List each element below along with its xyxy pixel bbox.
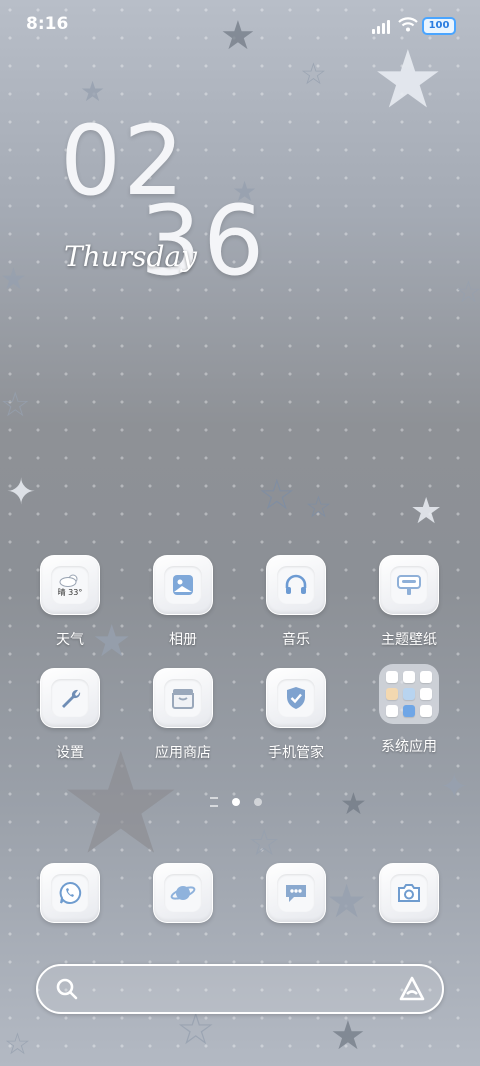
battery-icon: 100	[422, 17, 456, 35]
camera-icon	[390, 874, 428, 912]
gallery-icon	[164, 566, 202, 604]
app-weather[interactable]: 晴 33° 天气	[20, 555, 120, 649]
app-drawer-indicator[interactable]	[210, 797, 218, 807]
clock-day: Thursday	[64, 240, 197, 273]
security-icon	[277, 679, 315, 717]
page-indicator[interactable]	[210, 797, 262, 807]
weather-icon: 晴 33°	[51, 566, 89, 604]
weather-text: 晴 33°	[57, 587, 83, 597]
page-dot-active[interactable]	[232, 798, 240, 806]
app-label: 相册	[169, 632, 197, 648]
app-folder-system[interactable]: 系统应用	[359, 664, 459, 756]
music-icon	[277, 566, 315, 604]
app-store-icon	[164, 679, 202, 717]
page-dot[interactable]	[254, 798, 262, 806]
app-gallery[interactable]: 相册	[133, 555, 233, 649]
app-label: 设置	[56, 745, 84, 761]
app-label: 音乐	[282, 632, 310, 648]
app-label: 应用商店	[155, 745, 211, 761]
app-settings[interactable]: 设置	[20, 668, 120, 762]
dock-camera[interactable]	[359, 863, 459, 923]
app-label: 天气	[56, 632, 84, 648]
app-music[interactable]: 音乐	[246, 555, 346, 649]
dock-browser[interactable]	[133, 863, 233, 923]
messages-icon	[277, 874, 315, 912]
folder-icon	[379, 664, 439, 724]
app-label: 主题壁纸	[381, 632, 437, 648]
app-label: 手机管家	[268, 745, 324, 761]
app-themes[interactable]: 主题壁纸	[359, 555, 459, 649]
browser-icon	[164, 874, 202, 912]
status-bar: 8:16 100	[0, 0, 480, 50]
themes-icon	[390, 566, 428, 604]
app-security[interactable]: 手机管家	[246, 668, 346, 762]
settings-icon	[51, 679, 89, 717]
search-icon	[56, 978, 78, 1000]
app-store[interactable]: 应用商店	[133, 668, 233, 762]
search-bar[interactable]	[36, 964, 444, 1014]
wifi-icon	[398, 17, 418, 32]
signal-icon	[372, 20, 390, 34]
assistant-icon[interactable]	[398, 976, 426, 1002]
phone-icon	[51, 874, 89, 912]
app-label: 系统应用	[381, 739, 437, 755]
dock-messages[interactable]	[246, 863, 346, 923]
status-time: 8:16	[26, 14, 69, 34]
dock-phone[interactable]	[20, 863, 120, 923]
